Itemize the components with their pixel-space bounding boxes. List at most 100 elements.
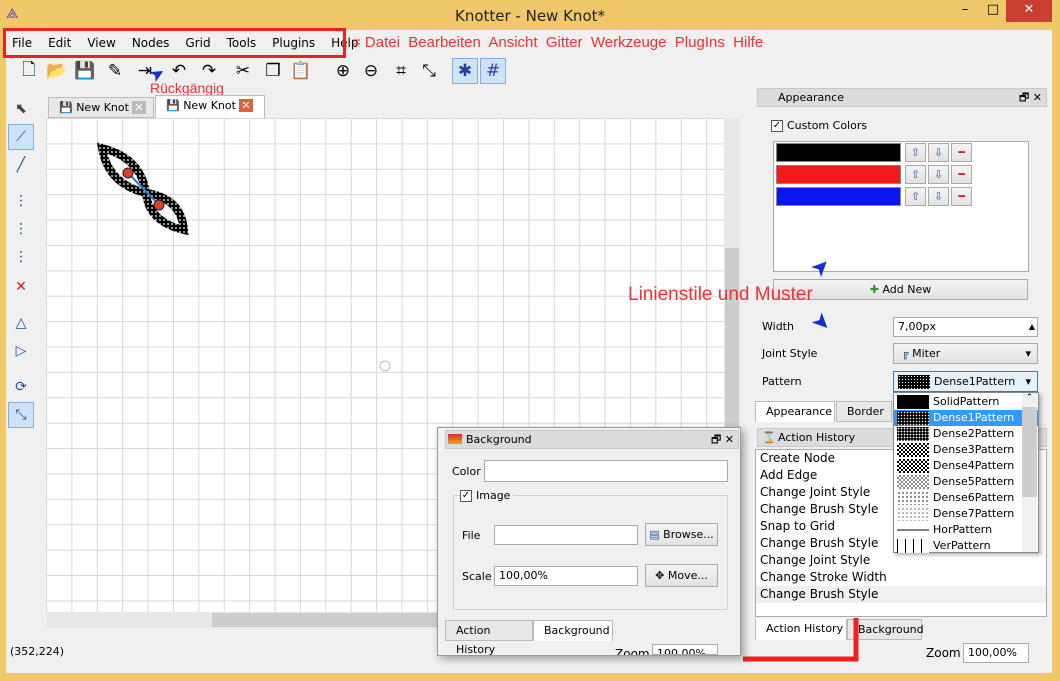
reset-view-icon[interactable]: ⌗ [388, 58, 414, 84]
tool-flip-h[interactable]: △ [8, 310, 34, 336]
zoom-label: Zoom [615, 647, 650, 655]
open-icon[interactable]: 📂 [44, 58, 70, 84]
tab-new-knot-1[interactable]: 💾 New Knot ✕ [48, 97, 154, 118]
pattern-option-label: Dense2Pattern [933, 427, 1015, 440]
pattern-option[interactable]: Dense6Pattern [894, 490, 1038, 506]
tool-break-edge[interactable]: ⋮ [8, 216, 34, 242]
save-as-icon[interactable]: ✎ [102, 58, 128, 84]
tab-appearance[interactable]: Appearance [755, 401, 835, 422]
tool-rotate[interactable]: ⟳ [8, 374, 34, 400]
joint-style-select[interactable]: ╔ Miter ▾ [893, 343, 1038, 364]
pattern-option[interactable]: Dense7Pattern [894, 506, 1038, 522]
dock-title-text: Action History [778, 431, 856, 444]
window-title: Knotter - New Knot* [454, 7, 605, 25]
pattern-select[interactable]: Dense1Pattern ▾ [893, 371, 1038, 392]
appearance-dock-title: Appearance 🗗 ✕ [757, 88, 1047, 107]
history-item[interactable]: Change Brush Style [756, 586, 1046, 603]
tool-select[interactable]: ⬉ [8, 96, 34, 122]
knot-node [153, 199, 165, 211]
tool-merge[interactable]: ⋮ [8, 244, 34, 270]
fit-icon[interactable]: ⤡ [416, 58, 442, 84]
pattern-option[interactable]: HorPattern [894, 522, 1038, 538]
image-checkbox[interactable]: ✓ Image [460, 489, 514, 502]
tool-flip-v[interactable]: ▷ [8, 338, 34, 364]
minimize-button[interactable]: – [950, 0, 980, 22]
history-item[interactable]: Change Stroke Width [756, 569, 1046, 586]
app-logo-icon: ⟁ [6, 6, 19, 22]
tab-border[interactable]: Border [836, 401, 892, 422]
width-label: Width [762, 320, 794, 333]
move-up-icon[interactable]: ⇧ [905, 143, 926, 162]
background-color-field[interactable] [484, 460, 728, 482]
tool-edge[interactable]: ╱ [8, 152, 34, 178]
close-tab-icon[interactable]: ✕ [239, 99, 253, 112]
dock-title-text: Background [466, 433, 532, 446]
tool-scale[interactable]: ⤡ [8, 402, 34, 428]
tab-label: New Knot [183, 99, 236, 112]
move-down-icon[interactable]: ⇩ [928, 143, 949, 162]
history-item[interactable]: Change Joint Style [756, 552, 1046, 569]
move-up-icon[interactable]: ⇧ [905, 165, 926, 184]
float-close-icon[interactable]: 🗗 ✕ [1019, 89, 1042, 106]
custom-colors-checkbox[interactable]: ✓ Custom Colors [771, 119, 867, 132]
tab-background[interactable]: Background [533, 620, 613, 641]
zoom-out-icon[interactable]: ⊖ [358, 58, 384, 84]
paste-icon[interactable]: 📋 [288, 58, 314, 84]
color-swatch[interactable] [776, 143, 901, 162]
chevron-down-icon: ▾ [1025, 347, 1031, 360]
pattern-option-label: Dense7Pattern [933, 507, 1015, 520]
pattern-swatch [897, 539, 929, 553]
file-field[interactable] [494, 525, 638, 545]
zoom-spinbox[interactable]: 100,00% [652, 644, 718, 655]
pattern-dropdown-list[interactable]: SolidPattern Dense1Pattern Dense2Pattern De… [893, 392, 1039, 553]
pattern-option[interactable]: Dense5Pattern [894, 474, 1038, 490]
knot-display-icon[interactable]: ✱ [452, 58, 478, 84]
move-up-icon[interactable]: ⇧ [905, 187, 926, 206]
cut-icon[interactable]: ✂ [230, 58, 256, 84]
zoom-value: 100,00% [968, 646, 1017, 659]
scale-spinbox[interactable]: 100,00% [494, 566, 638, 586]
dropdown-scrollbar[interactable]: ⌃ [1022, 393, 1037, 552]
pattern-swatch [897, 475, 929, 489]
tool-erase[interactable]: ✕ [8, 274, 34, 300]
color-label: Color [452, 465, 481, 478]
move-button[interactable]: ✥ Move... [645, 564, 718, 587]
color-swatch[interactable] [776, 165, 901, 184]
width-spinbox[interactable]: 7,00px ▲ [893, 317, 1038, 337]
remove-icon[interactable]: ━ [951, 165, 972, 184]
tab-action-history[interactable]: Action History [445, 620, 533, 656]
pattern-option[interactable]: Dense4Pattern [894, 458, 1038, 474]
float-close-icon[interactable]: 🗗 ✕ [711, 431, 734, 448]
remove-icon[interactable]: ━ [951, 143, 972, 162]
pattern-option[interactable]: Dense2Pattern [894, 426, 1038, 442]
zoom-in-icon[interactable]: ⊕ [330, 58, 356, 84]
pattern-option[interactable]: VerPattern [894, 538, 1038, 554]
close-tab-icon[interactable]: ✕ [132, 101, 146, 114]
move-down-icon[interactable]: ⇩ [928, 187, 949, 206]
pattern-swatch [897, 507, 929, 521]
pattern-option-label: HorPattern [933, 523, 993, 536]
move-down-icon[interactable]: ⇩ [928, 165, 949, 184]
pattern-option[interactable]: Dense3Pattern [894, 442, 1038, 458]
maximize-button[interactable]: □ [978, 0, 1008, 22]
tool-insert-node[interactable]: ⋮ [8, 188, 34, 214]
zoom-label: Zoom [926, 646, 961, 660]
close-button[interactable]: ✕ [1006, 0, 1052, 22]
zoom-value: 100,00% [657, 647, 706, 655]
color-swatch[interactable] [776, 187, 901, 206]
styles-annotation: Linienstile und Muster [628, 284, 813, 305]
copy-icon[interactable]: ❐ [260, 58, 286, 84]
browse-button[interactable]: ▤ Browse... [645, 523, 718, 546]
spin-icon[interactable]: ▲ [1029, 318, 1035, 336]
tab-new-knot-2[interactable]: 💾 New Knot ✕ [155, 95, 265, 118]
remove-icon[interactable]: ━ [951, 187, 972, 206]
save-icon[interactable]: 💾 [72, 58, 98, 84]
image-label: Image [476, 489, 511, 502]
pattern-option[interactable]: SolidPattern [894, 394, 1038, 410]
pattern-option[interactable]: Dense1Pattern [894, 410, 1038, 426]
new-icon[interactable]: 🗋 [16, 58, 42, 84]
zoom-spinbox[interactable]: 100,00% [963, 643, 1029, 663]
grid-icon[interactable]: # [480, 58, 506, 84]
save-icon: 💾 [166, 99, 180, 112]
tool-edge-chain[interactable]: ⟋ [8, 124, 34, 150]
